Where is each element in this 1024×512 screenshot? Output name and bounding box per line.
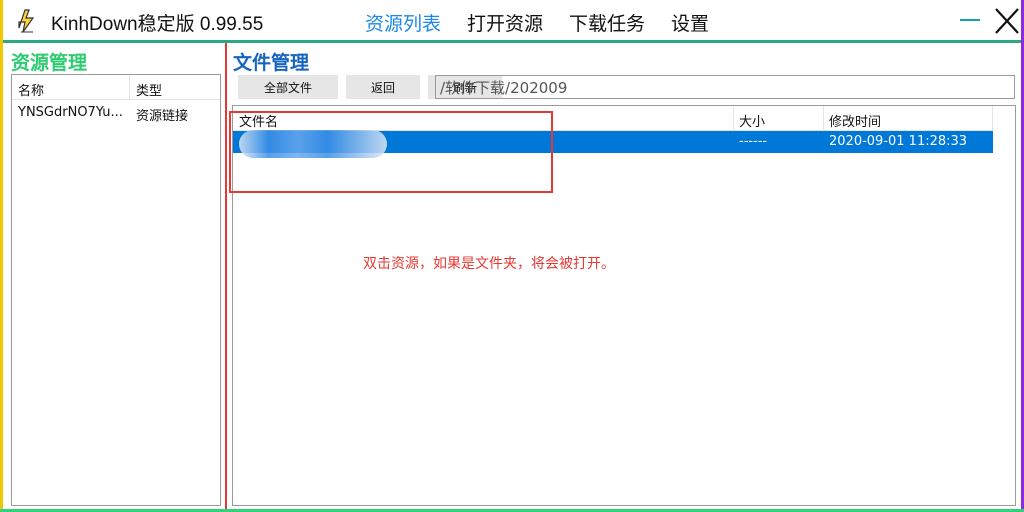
title-bar: KinhDown稳定版 0.99.55 资源列表 打开资源 下载任务 设置 (3, 0, 1021, 40)
close-icon[interactable] (991, 6, 1023, 36)
column-divider[interactable] (733, 106, 734, 130)
resource-row[interactable]: YNSGdrNO7Yu... 资源链接 (12, 100, 220, 124)
all-files-button[interactable]: 全部文件 (238, 75, 338, 99)
column-header-size[interactable]: 大小 (739, 111, 765, 130)
column-header-type[interactable]: 类型 (130, 75, 220, 99)
title-bar-divider (3, 40, 1021, 43)
resource-type: 资源链接 (136, 109, 189, 124)
app-title: KinhDown稳定版 0.99.55 (51, 14, 264, 35)
nav-download-tasks[interactable]: 下载任务 (569, 9, 645, 36)
resource-list: 名称 类型 YNSGdrNO7Yu... 资源链接 (11, 74, 221, 506)
nav-open-resource[interactable]: 打开资源 (467, 9, 543, 36)
file-size: ------ (739, 134, 768, 149)
file-modified: 2020-09-01 11:28:33 (829, 134, 968, 149)
resource-list-header: 名称 类型 (12, 75, 220, 100)
annotation-highlight-box (229, 111, 553, 193)
back-button[interactable]: 返回 (346, 75, 420, 99)
annotation-hint-text: 双击资源，如果是文件夹，将会被打开。 (363, 256, 615, 272)
column-divider[interactable] (992, 106, 993, 130)
nav-settings[interactable]: 设置 (671, 9, 709, 36)
resource-name: YNSGdrNO7Yu... (18, 105, 123, 120)
resource-manager-title: 资源管理 (11, 52, 88, 74)
app-lightning-icon (18, 9, 35, 33)
nav-resource-list[interactable]: 资源列表 (365, 9, 441, 36)
top-nav: 资源列表 打开资源 下载任务 设置 (365, 9, 709, 36)
minimize-icon[interactable] (960, 19, 980, 21)
panel-splitter[interactable] (225, 43, 227, 509)
file-manager-title: 文件管理 (233, 52, 310, 74)
column-divider[interactable] (823, 106, 824, 130)
column-header-modified[interactable]: 修改时间 (829, 111, 881, 130)
column-header-name[interactable]: 名称 (12, 75, 130, 99)
path-input[interactable]: /软件下载/202009 (435, 75, 1015, 99)
window-left-edge (0, 0, 3, 512)
